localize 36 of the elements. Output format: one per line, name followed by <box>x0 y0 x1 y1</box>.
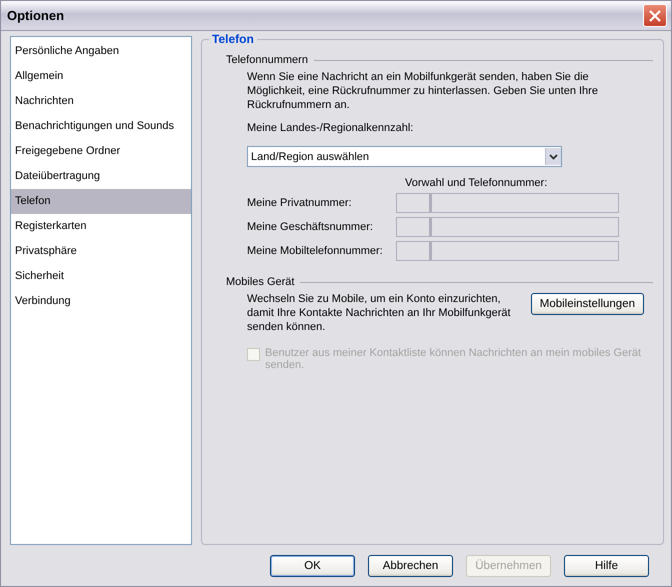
category-item[interactable]: Sicherheit <box>11 264 191 289</box>
area-code-field[interactable] <box>396 217 430 237</box>
field-label: Meine Geschäftsnummer: <box>247 221 374 233</box>
category-item[interactable]: Allgemein <box>11 64 191 89</box>
group-heading: Telefonnummern <box>226 54 308 66</box>
description-text: Wenn Sie eine Nachricht an ein Mobilfunkgerät senden, haben Sie die Möglichkeit, eine Rückrufnummer zu hinterlassen. Geben Sie unten Ihre Rückrufnummern an. <box>247 70 599 112</box>
phone-number-field[interactable] <box>430 241 619 261</box>
category-item[interactable]: Telefon <box>11 189 191 214</box>
dialog-button[interactable]: OK <box>270 555 355 577</box>
checkbox-label: Benutzer aus meiner Kontaktliste können Nachrichten an mein mobiles Gerät senden. <box>265 347 642 371</box>
phone-number-field[interactable] <box>430 217 619 237</box>
category-item[interactable]: Freigegebene Ordner <box>11 139 191 164</box>
area-code-field[interactable] <box>396 193 430 213</box>
region-dropdown[interactable]: Land/Region auswählen <box>247 146 562 167</box>
region-label: Meine Landes-/Regionalkennzahl: <box>247 122 414 134</box>
group-heading: Mobiles Gerät <box>226 276 294 288</box>
category-item[interactable]: Registerkarten <box>11 214 191 239</box>
area-code-field[interactable] <box>396 241 430 261</box>
mobile-settings-button[interactable]: Mobileinstellungen <box>530 293 644 315</box>
dialog-button[interactable]: Hilfe <box>564 555 649 577</box>
close-icon[interactable] <box>648 8 662 22</box>
category-item[interactable]: Benachrichtigungen und Sounds <box>11 114 191 139</box>
field-label: Meine Privatnummer: <box>247 197 353 209</box>
category-item[interactable]: Nachrichten <box>11 89 191 114</box>
category-item[interactable]: Verbindung <box>11 289 191 314</box>
field-label: Meine Mobiltelefonnummer: <box>247 245 384 257</box>
window-title: Optionen <box>7 8 64 23</box>
category-item[interactable]: Persönliche Angaben <box>11 39 191 64</box>
category-item[interactable]: Dateiübertragung <box>11 164 191 189</box>
dialog-button[interactable]: Abbrechen <box>368 555 453 577</box>
category-item[interactable]: Privatsphäre <box>11 239 191 264</box>
panel-title: Telefon <box>209 32 257 46</box>
description-text: Wechseln Sie zu Mobile, um ein Konto einzurichten, damit Ihre Kontakte Nachrichten an Ihr Mobilfunkgerät senden können. <box>247 292 512 334</box>
close-button[interactable] <box>643 4 667 27</box>
phone-number-field[interactable] <box>430 193 619 213</box>
column-heading: Vorwahl und Telefonnummer: <box>405 177 548 189</box>
